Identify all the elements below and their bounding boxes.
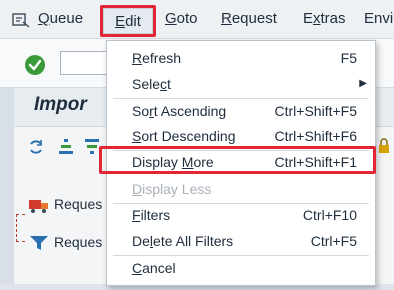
menu-goto-label: oto xyxy=(176,10,198,27)
menu-item-display-more[interactable]: Display More Ctrl+Shift+F1 xyxy=(107,149,375,175)
menu-item-shortcut: Ctrl+Shift+F5 xyxy=(274,103,357,119)
menu-item-label: Cancel xyxy=(132,260,176,276)
menu-toggle-icon[interactable] xyxy=(12,12,30,28)
menu-queue-label: ueue xyxy=(49,10,84,27)
menu-extras[interactable]: Extras xyxy=(303,0,346,38)
menu-item-label: Filters xyxy=(132,207,171,223)
truck-icon xyxy=(29,200,48,214)
menu-item-label: Sort Descending xyxy=(132,128,236,144)
list-item[interactable]: Reques xyxy=(28,234,102,252)
sort-descending-icon[interactable] xyxy=(84,138,100,156)
menu-item-label: Select xyxy=(132,76,171,92)
menu-item-select[interactable]: Select ▶ xyxy=(107,71,375,97)
menu-environment[interactable]: Envi xyxy=(364,0,393,38)
menu-item-filters[interactable]: Filters Ctrl+F10 xyxy=(107,202,375,228)
menu-item-display-less: Display Less xyxy=(107,176,375,202)
menu-extras-prefix: E xyxy=(303,10,314,27)
menu-item-cancel[interactable]: Cancel xyxy=(107,255,375,281)
menu-item-label: Display Less xyxy=(132,181,212,197)
menu-item-sort-descending[interactable]: Sort Descending Ctrl+Shift+F6 xyxy=(107,123,375,149)
checkmark-icon[interactable] xyxy=(24,54,46,76)
menu-bar: Queue Edit Goto Request Extras Envi xyxy=(0,0,394,39)
sort-ascending-icon[interactable] xyxy=(58,138,74,156)
refresh-icon[interactable] xyxy=(28,138,44,156)
menu-item-refresh[interactable]: Refresh F5 xyxy=(107,45,375,71)
filter-icon xyxy=(30,236,48,251)
menu-item-label: Display More xyxy=(132,154,214,170)
menu-environment-label: Envi xyxy=(364,10,394,27)
menu-edit-label: dit xyxy=(125,13,141,30)
list-item[interactable]: Reques xyxy=(28,196,102,214)
list-item-label: Reques xyxy=(54,196,103,212)
lock-icon[interactable] xyxy=(378,138,390,154)
menu-request-label: equest xyxy=(231,10,277,27)
menu-extras-label: tras xyxy=(320,10,346,27)
menu-item-label: Delete All Filters xyxy=(132,233,234,249)
menu-item-shortcut: Ctrl+F5 xyxy=(310,233,357,249)
menu-edit[interactable]: Edit xyxy=(103,8,153,34)
menu-goto[interactable]: Goto xyxy=(165,0,198,38)
list-item-label: Reques xyxy=(54,234,103,250)
menu-item-shortcut: Ctrl+F10 xyxy=(302,207,357,223)
menu-item-shortcut: Ctrl+Shift+F6 xyxy=(274,128,357,144)
submenu-arrow-icon: ▶ xyxy=(359,78,367,89)
menu-item-shortcut: Ctrl+Shift+F1 xyxy=(274,154,357,170)
background-toolbar xyxy=(28,138,108,158)
menu-item-delete-all-filters[interactable]: Delete All Filters Ctrl+F5 xyxy=(107,228,375,254)
menu-extras-mnemonic: x xyxy=(313,10,321,27)
menu-queue-mnemonic: Q xyxy=(38,10,50,27)
menu-item-shortcut: F5 xyxy=(340,50,357,66)
menu-queue[interactable]: Queue xyxy=(38,0,83,38)
menu-item-label: Sort Ascending xyxy=(132,103,227,119)
menu-goto-mnemonic: G xyxy=(165,10,177,27)
left-panel-bar xyxy=(0,88,14,290)
menu-request[interactable]: Request xyxy=(221,0,277,38)
edit-dropdown-menu: Refresh F5 Select ▶ Sort Ascending Ctrl+… xyxy=(106,40,376,286)
tree-connector xyxy=(16,214,25,242)
menu-item-label: Refresh xyxy=(132,50,182,66)
menu-item-sort-ascending[interactable]: Sort Ascending Ctrl+Shift+F5 xyxy=(107,98,375,124)
page-title: Impor xyxy=(34,94,87,115)
menu-request-mnemonic: R xyxy=(221,10,232,27)
menu-edit-mnemonic: E xyxy=(115,13,126,30)
